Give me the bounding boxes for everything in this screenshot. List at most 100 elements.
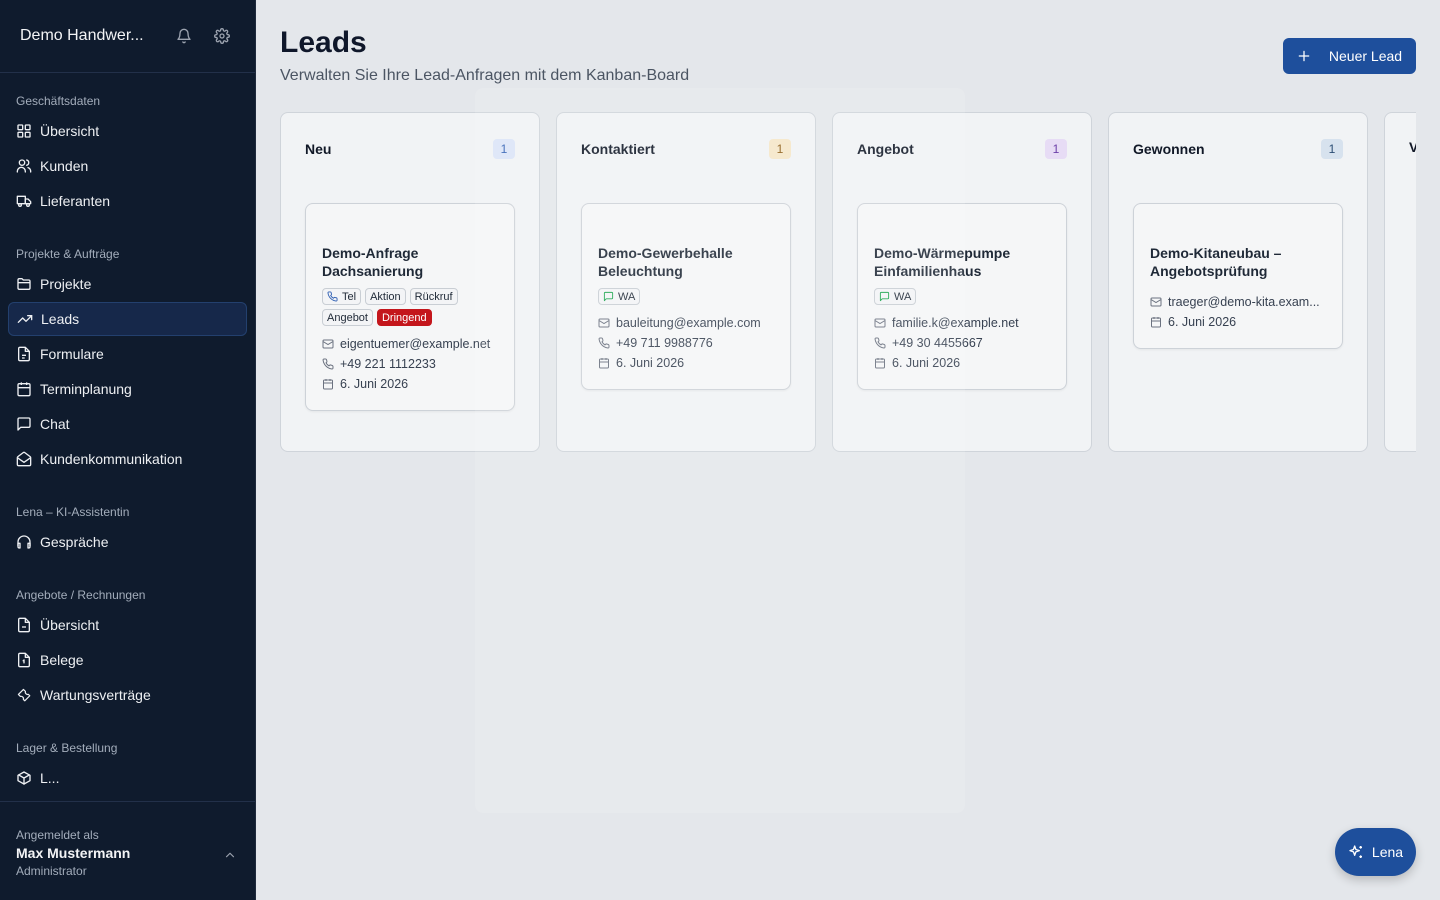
sidebar-item-scheduling[interactable]: Terminplanung (8, 372, 247, 406)
sidebar-item-overview[interactable]: Übersicht (8, 114, 247, 148)
sidebar-item-label: Belege (40, 652, 84, 668)
section-ai: Lena – KI-Assistentin (16, 505, 130, 519)
lead-info: eigentuemer@example.net +49 221 1112233 … (322, 334, 498, 394)
sidebar-item-label: Kunden (40, 158, 89, 174)
tag-angebot: Angebot (322, 309, 373, 326)
sidebar: Demo Handwer... Geschäftsdaten Übersicht… (0, 0, 256, 900)
sidebar-item-conversations[interactable]: Gespräche (8, 525, 247, 559)
phone-text: +49 221 1112233 (340, 357, 436, 371)
sidebar-item-label: Projekte (40, 276, 92, 292)
sidebar-item-label: Kundenkommunikation (40, 451, 183, 467)
column-title: Neu (305, 141, 332, 157)
mail-icon (322, 339, 334, 349)
sidebar-item-suppliers[interactable]: Lieferanten (8, 184, 247, 218)
lead-title: Demo-Anfrage Dachsanierung (322, 245, 424, 279)
sidebar-item-label: Lieferanten (40, 193, 111, 209)
receipt-icon (18, 652, 30, 668)
sidebar-item-projects[interactable]: Projekte (8, 267, 247, 301)
sidebar-item-communication[interactable]: Kundenkommunikation (8, 442, 247, 476)
company-name[interactable]: Demo Handwer... (20, 27, 156, 45)
new-lead-label: Neuer Lead (1328, 48, 1403, 64)
section-projects: Projekte & Aufträge (16, 247, 120, 261)
email-text: traeger@demo-kita.exam... (1168, 295, 1320, 309)
truck-icon (16, 195, 32, 207)
mail-icon (1150, 297, 1162, 307)
box-icon (17, 771, 31, 785)
sidebar-item-label: Übersicht (40, 617, 100, 633)
sidebar-nav: Geschäftsdaten Übersicht Kunden Lieferan… (0, 73, 255, 801)
modal-ghost (475, 88, 965, 813)
sidebar-item-label: Gespräche (40, 534, 109, 550)
lead-info: traeger@demo-kita.exam... 6. Juni 2026 (1150, 292, 1326, 332)
column-header: Gewonnen 1 (1133, 139, 1343, 159)
mail-open-icon (16, 451, 32, 467)
tag-label: Tel (342, 290, 357, 303)
lead-card[interactable]: Demo-Kitaneubau – Angebotsprüfung traege… (1133, 203, 1343, 349)
sidebar-item-label: Leads (41, 311, 80, 327)
sidebar-item-forms[interactable]: Formulare (8, 337, 247, 371)
calendar-icon (323, 379, 333, 390)
lead-date: 6. Juni 2026 (1150, 312, 1326, 332)
sidebar-item-maintenance[interactable]: Wartungsverträge (8, 678, 247, 712)
sidebar-item-leads[interactable]: Leads (8, 302, 247, 336)
sidebar-item-customers[interactable]: Kunden (8, 149, 247, 183)
user-role: Administrator (16, 864, 87, 878)
headphones-icon (17, 535, 31, 549)
sidebar-item-label: Terminplanung (40, 381, 132, 397)
tag-tel: Tel (322, 288, 362, 305)
lead-date: 6. Juni 2026 (322, 374, 498, 394)
user-name: Max Mustermann (16, 845, 131, 861)
message-square-icon (17, 417, 31, 431)
tag-rueckruf: Rückruf (409, 288, 458, 305)
column-header: V (1409, 139, 1416, 155)
lead-tags: Tel Aktion Rückruf Angebot Dringend (322, 288, 498, 326)
lead-title: Demo-Kitaneubau – Angebotsprüfung (1150, 245, 1282, 279)
trending-up-icon (17, 315, 33, 323)
sparkles-icon (1349, 845, 1362, 858)
bell-icon[interactable] (174, 26, 194, 46)
tag-urgent: Dringend (376, 309, 432, 326)
column-partial: V (1384, 112, 1416, 452)
column-title: Gewonnen (1133, 141, 1205, 157)
section-stock: Lager & Bestellung (16, 741, 118, 755)
column-won: Gewonnen 1 Demo-Kitaneubau – Angebotsprü… (1108, 112, 1368, 452)
file-icon (18, 617, 30, 633)
wrench-icon (17, 688, 31, 702)
new-lead-button[interactable]: Neuer Lead (1283, 38, 1416, 74)
sidebar-item-offers-overview[interactable]: Übersicht (8, 608, 247, 642)
phone-icon (327, 291, 338, 302)
users-icon (16, 159, 32, 173)
user-label: Angemeldet als (16, 828, 99, 842)
sidebar-item-chat[interactable]: Chat (8, 407, 247, 441)
file-text-icon (18, 346, 30, 362)
gear-icon[interactable] (212, 26, 232, 46)
section-offers: Angebote / Rechnungen (16, 588, 146, 602)
chevron-up-icon[interactable] (223, 848, 237, 862)
section-business: Geschäftsdaten (16, 94, 101, 108)
lead-phone: +49 221 1112233 (322, 354, 498, 374)
user-menu[interactable]: Angemeldet als Max Mustermann Administra… (0, 801, 255, 900)
date-text: 6. Juni 2026 (1168, 315, 1237, 329)
lena-assistant-button[interactable]: Lena (1335, 828, 1416, 876)
sidebar-item-label: Übersicht (40, 123, 100, 139)
grid-icon (17, 124, 31, 138)
calendar-icon (17, 382, 31, 397)
column-count-badge: 1 (1045, 139, 1067, 159)
page-title: Leads (280, 26, 367, 59)
calendar-icon (1151, 317, 1161, 328)
page-subtitle: Verwalten Sie Ihre Lead-Anfragen mit dem… (280, 67, 690, 84)
sidebar-item-label: Wartungsverträge (40, 687, 151, 703)
sidebar-item-label: L... (40, 770, 60, 786)
folder-icon (17, 278, 31, 290)
lena-label: Lena (1371, 844, 1404, 860)
sidebar-item-label: Chat (40, 416, 70, 432)
plus-icon (1298, 50, 1310, 62)
sidebar-item-receipts[interactable]: Belege (8, 643, 247, 677)
date-text: 6. Juni 2026 (340, 377, 409, 391)
sidebar-item-label: Formulare (40, 346, 104, 362)
lead-email: traeger@demo-kita.exam... (1150, 292, 1326, 312)
tag-aktion: Aktion (365, 288, 406, 305)
email-text: eigentuemer@example.net (340, 337, 491, 351)
lead-email: eigentuemer@example.net (322, 334, 498, 354)
sidebar-item-stock[interactable]: L... (8, 761, 247, 795)
